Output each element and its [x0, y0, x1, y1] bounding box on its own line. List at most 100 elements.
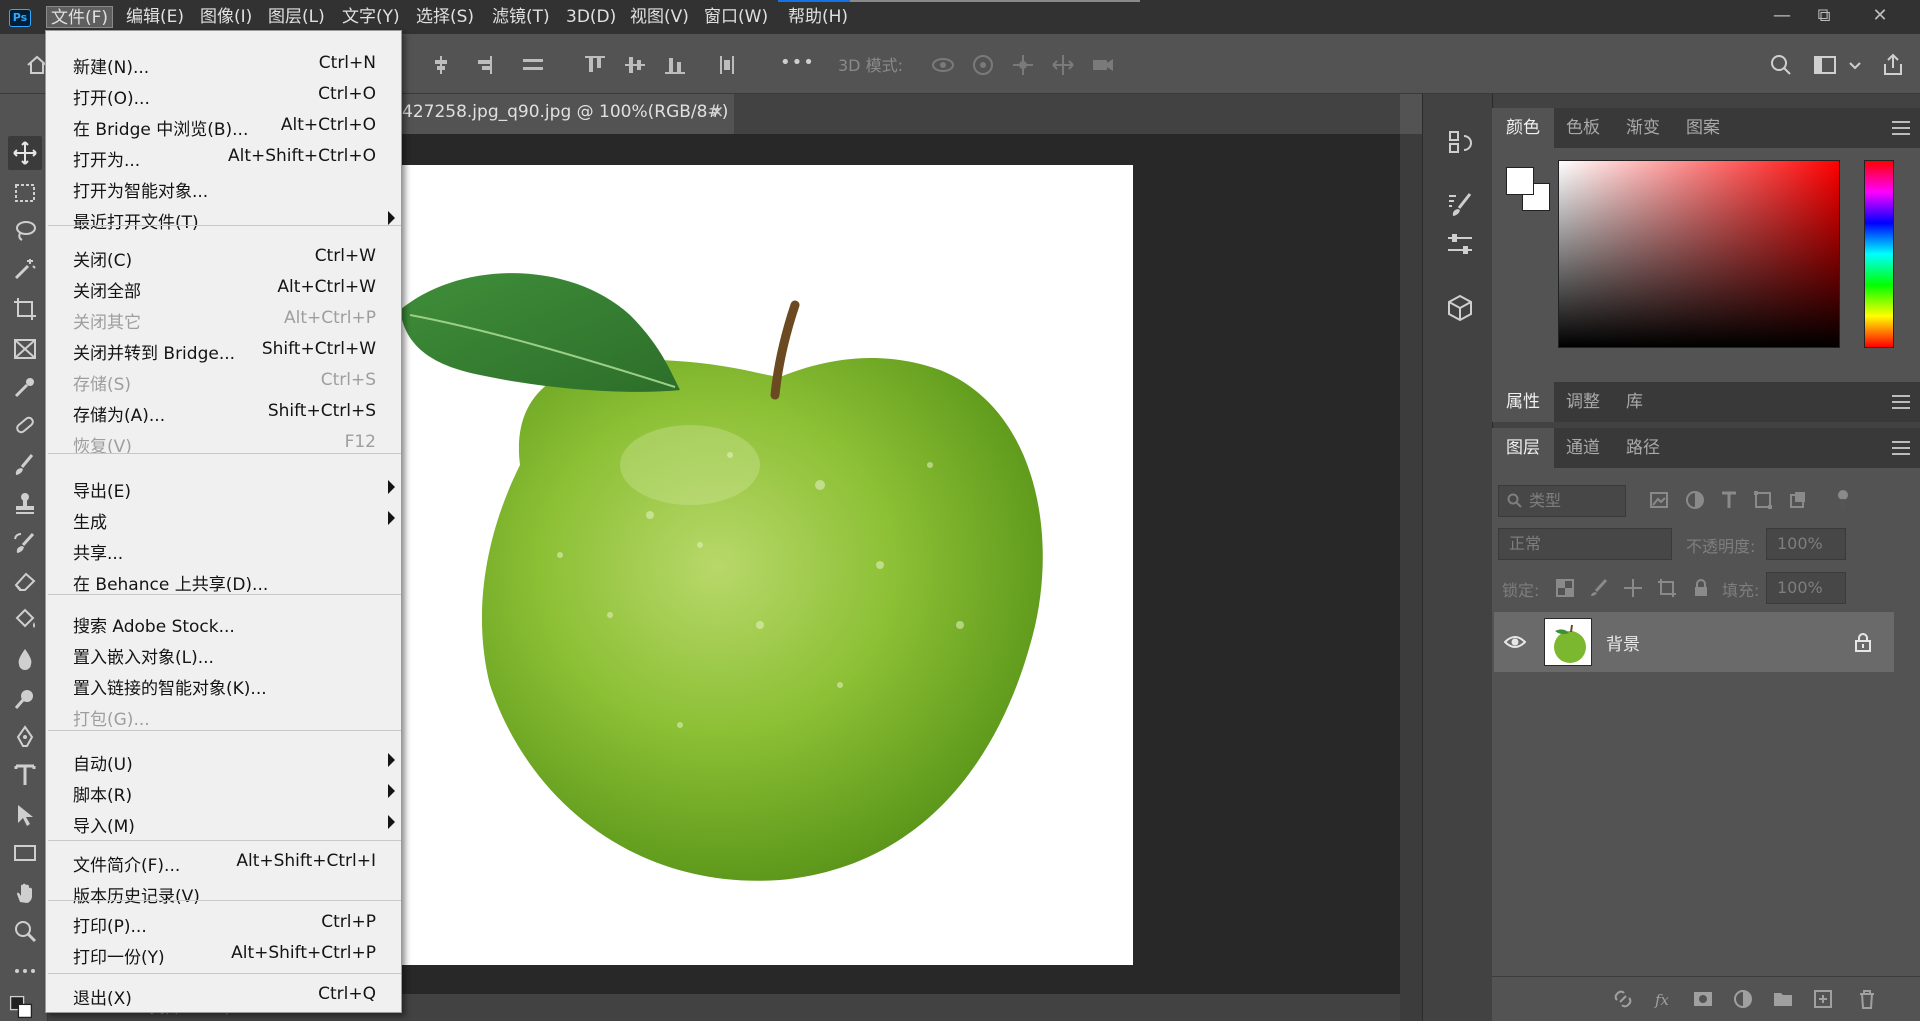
blend-mode-select[interactable]: 正常 — [1498, 528, 1672, 560]
menu-item-open-as[interactable]: 打开为... Alt+Shift+Ctrl+O — [46, 141, 403, 171]
healing-brush-icon[interactable] — [12, 412, 38, 438]
folder-icon[interactable] — [1772, 988, 1794, 1010]
lock-artboard-icon[interactable] — [1657, 578, 1677, 598]
align-center-icon[interactable] — [428, 52, 454, 78]
color-picker-field[interactable] — [1558, 160, 1840, 348]
3d-panel-icon[interactable] — [1444, 292, 1476, 324]
close-window-button[interactable]: ✕ — [1858, 2, 1902, 30]
layer-name[interactable]: 背景 — [1606, 630, 1640, 655]
menu-type[interactable]: 文字(Y) — [338, 6, 404, 28]
menu-item-file-info[interactable]: 文件简介(F)... Alt+Shift+Ctrl+I — [46, 846, 403, 876]
properties-panel-menu-icon[interactable] — [1892, 395, 1910, 409]
lock-icon[interactable] — [1854, 632, 1872, 652]
adjustment-icon[interactable] — [1732, 988, 1754, 1010]
align-bottom-icon[interactable] — [662, 52, 688, 78]
menu-item-package[interactable]: 打包(G)... — [46, 700, 403, 730]
tab-gradients[interactable]: 渐变 — [1612, 108, 1674, 148]
menu-image[interactable]: 图像(I) — [196, 6, 256, 28]
color-swatches-icon[interactable] — [8, 994, 33, 1019]
marquee-tool-icon[interactable] — [12, 180, 38, 206]
menu-item-place-linked[interactable]: 置入链接的智能对象(K)... — [46, 669, 403, 699]
lock-position-icon[interactable] — [1623, 578, 1643, 598]
lock-pixels-icon[interactable] — [1589, 578, 1609, 598]
zoom-tool-icon[interactable] — [12, 918, 38, 944]
menu-item-automate[interactable]: 自动(U) — [46, 745, 403, 775]
menu-item-save[interactable]: 存储(S) Ctrl+S — [46, 365, 403, 395]
blur-tool-icon[interactable] — [12, 646, 38, 672]
share-icon[interactable] — [1880, 52, 1906, 78]
tab-swatches[interactable]: 色板 — [1552, 108, 1614, 148]
menu-item-save-as[interactable]: 存储为(A)... Shift+Ctrl+S — [46, 396, 403, 426]
menu-item-print[interactable]: 打印(P)... Ctrl+P — [46, 907, 403, 937]
magic-wand-icon[interactable] — [12, 256, 38, 282]
tab-channels[interactable]: 通道 — [1552, 428, 1614, 468]
dodge-tool-icon[interactable] — [12, 686, 38, 712]
mask-icon[interactable] — [1692, 988, 1714, 1010]
minimize-button[interactable]: — — [1760, 2, 1804, 30]
more-options-button[interactable]: ••• — [780, 52, 815, 73]
filter-pixel-icon[interactable] — [1648, 489, 1670, 511]
menu-item-close-go-bridge[interactable]: 关闭并转到 Bridge... Shift+Ctrl+W — [46, 334, 403, 364]
link-icon[interactable] — [1612, 988, 1634, 1010]
menu-item-export[interactable]: 导出(E) — [46, 472, 403, 502]
menu-item-exit[interactable]: 退出(X) Ctrl+Q — [46, 979, 403, 1009]
hand-tool-icon[interactable] — [12, 880, 38, 906]
menu-help[interactable]: 帮助(H) — [784, 6, 852, 28]
align-top-icon[interactable] — [582, 52, 608, 78]
clone-stamp-icon[interactable] — [12, 490, 38, 516]
tab-properties[interactable]: 属性 — [1492, 382, 1554, 422]
menu-select[interactable]: 选择(S) — [412, 6, 478, 28]
menu-item-scripts[interactable]: 脚本(R) — [46, 776, 403, 806]
align-right-icon[interactable] — [470, 52, 496, 78]
move-tool-icon[interactable] — [8, 136, 42, 170]
eye-icon[interactable] — [1504, 634, 1526, 650]
document-canvas[interactable] — [400, 165, 1133, 965]
lasso-tool-icon[interactable] — [12, 218, 38, 244]
menu-item-open[interactable]: 打开(O)... Ctrl+O — [46, 79, 403, 109]
document-tab-title[interactable]: 427258.jpg_q90.jpg @ 100%(RGB/8#) — [402, 102, 728, 122]
fx-icon[interactable]: fx — [1652, 988, 1674, 1010]
tab-patterns[interactable]: 图案 — [1672, 108, 1734, 148]
hue-slider[interactable] — [1864, 160, 1894, 348]
menu-item-generate[interactable]: 生成 — [46, 503, 403, 533]
menu-edit[interactable]: 编辑(E) — [122, 6, 188, 28]
workspace-icon[interactable] — [1812, 52, 1838, 78]
eyedropper-icon[interactable] — [12, 374, 38, 400]
tab-color[interactable]: 颜色 — [1492, 108, 1554, 148]
brush-settings-icon[interactable] — [1444, 188, 1476, 220]
menu-item-version-history[interactable]: 版本历史记录(V) — [46, 877, 403, 907]
vertical-scrollbar[interactable] — [1400, 134, 1422, 1021]
menu-item-search-stock[interactable]: 搜索 Adobe Stock... — [46, 607, 403, 637]
menu-3d[interactable]: 3D(D) — [562, 6, 620, 28]
chevron-down-icon[interactable] — [1842, 52, 1861, 78]
trash-icon[interactable] — [1856, 988, 1878, 1010]
opacity-input[interactable]: 100% — [1766, 528, 1846, 560]
filter-adjustment-icon[interactable] — [1684, 489, 1706, 511]
history-panel-icon[interactable] — [1444, 126, 1476, 158]
filter-type-icon[interactable] — [1718, 489, 1740, 511]
menu-item-share-behance[interactable]: 在 Behance 上共享(D)... — [46, 565, 403, 595]
frame-tool-icon[interactable] — [12, 336, 38, 362]
tab-adjustments[interactable]: 调整 — [1552, 382, 1614, 422]
paint-bucket-icon[interactable] — [12, 606, 38, 632]
filter-shape-icon[interactable] — [1752, 489, 1774, 511]
distribute-icon[interactable] — [520, 52, 546, 78]
distribute-h-icon[interactable] — [714, 52, 740, 78]
menu-item-close-all[interactable]: 关闭全部 Alt+Ctrl+W — [46, 272, 403, 302]
menu-item-browse-bridge[interactable]: 在 Bridge 中浏览(B)... Alt+Ctrl+O — [46, 110, 403, 140]
align-vcenter-icon[interactable] — [622, 52, 648, 78]
menu-item-print-one[interactable]: 打印一份(Y) Alt+Shift+Ctrl+P — [46, 938, 403, 968]
document-tab-close-icon[interactable]: × — [710, 102, 724, 122]
menu-window[interactable]: 窗口(W) — [700, 6, 772, 28]
filter-toggle-icon[interactable] — [1832, 489, 1848, 511]
lock-transparency-icon[interactable] — [1555, 578, 1575, 598]
type-tool-icon[interactable] — [12, 762, 38, 788]
menu-item-share[interactable]: 共享... — [46, 534, 403, 564]
pen-tool-icon[interactable] — [12, 724, 38, 750]
path-select-icon[interactable] — [12, 802, 38, 828]
menu-item-close[interactable]: 关闭(C) Ctrl+W — [46, 241, 403, 271]
crop-tool-icon[interactable] — [12, 296, 38, 322]
foreground-color-swatch[interactable] — [1506, 167, 1534, 195]
menu-filter[interactable]: 滤镜(T) — [488, 6, 554, 28]
fill-input[interactable]: 100% — [1766, 572, 1846, 604]
